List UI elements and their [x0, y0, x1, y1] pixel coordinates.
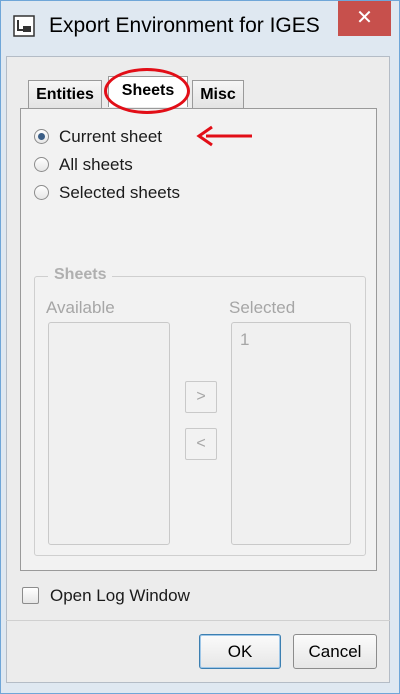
selected-label: Selected: [229, 298, 296, 317]
open-log-checkbox[interactable]: [22, 587, 39, 604]
open-log-label: Open Log Window: [50, 586, 190, 605]
tab-entities[interactable]: Entities: [28, 80, 102, 108]
footer-divider: [6, 620, 390, 621]
available-listbox[interactable]: [48, 322, 170, 545]
radio-label: Selected sheets: [59, 183, 180, 202]
app-icon: [13, 15, 35, 37]
sheets-tab-highlight-circle: [104, 68, 190, 114]
list-item[interactable]: 1: [240, 330, 249, 350]
add-sheet-button[interactable]: >: [185, 381, 217, 413]
radio-button[interactable]: [34, 157, 49, 172]
radio-button[interactable]: [34, 185, 49, 200]
ok-button[interactable]: OK: [199, 634, 281, 669]
radio-button[interactable]: [34, 129, 49, 144]
available-label: Available: [46, 298, 115, 317]
window-title: Export Environment for IGES: [49, 14, 320, 37]
tab-misc[interactable]: Misc: [192, 80, 244, 108]
radio-label: All sheets: [59, 155, 133, 174]
remove-sheet-button[interactable]: <: [185, 428, 217, 460]
close-button[interactable]: ✕: [338, 1, 391, 36]
selected-listbox[interactable]: 1: [231, 322, 351, 545]
sheets-group-title: Sheets: [48, 266, 113, 284]
cancel-button[interactable]: Cancel: [293, 634, 377, 669]
radio-label: Current sheet: [59, 127, 162, 146]
red-arrow-icon: [196, 125, 252, 147]
